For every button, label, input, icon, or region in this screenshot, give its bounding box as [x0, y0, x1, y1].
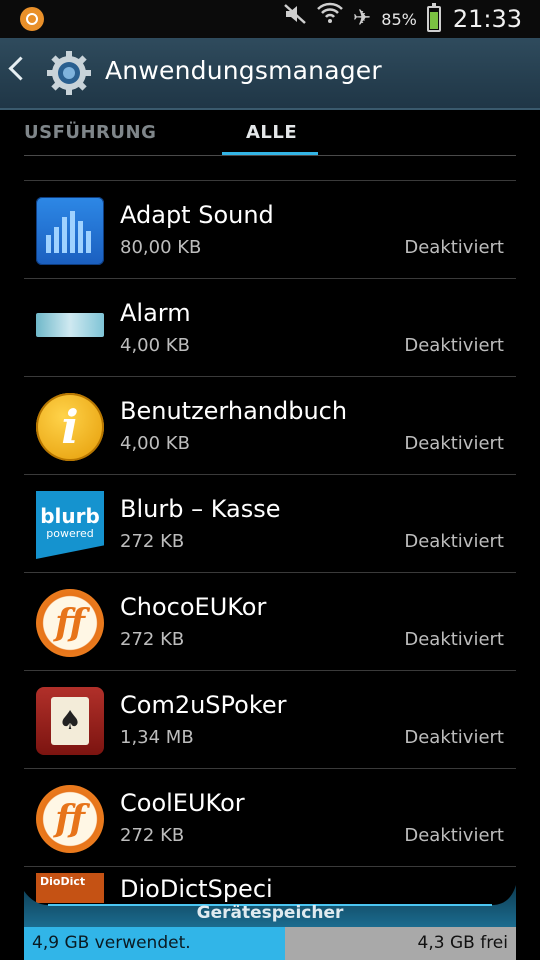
battery-percent: 85%	[381, 9, 417, 29]
action-bar: Anwendungsmanager	[0, 38, 540, 110]
status-icons: ✈ 85% 21:33	[283, 0, 522, 38]
mute-icon	[283, 0, 307, 38]
ff-logo-icon: ff	[36, 785, 104, 853]
wifi-icon	[316, 0, 343, 38]
app-status: Deaktiviert	[404, 629, 504, 650]
app-status: Deaktiviert	[404, 433, 504, 454]
status-bar: ✈ 85% 21:33	[0, 0, 540, 38]
ff-logo-icon: ff	[36, 589, 104, 657]
storage-panel: Gerätespeicher 4,9 GB verwendet. 4,3 GB …	[24, 885, 516, 960]
list-item[interactable]: ff CoolEUKor 272 KB Deaktiviert	[24, 768, 516, 866]
tab-divider	[24, 155, 516, 156]
storage-usage-bar: 4,9 GB verwendet. 4,3 GB frei	[24, 927, 516, 960]
list-item[interactable]: Adapt Sound 80,00 KB Deaktiviert	[24, 180, 516, 278]
battery-icon	[426, 3, 441, 32]
app-name: Benutzerhandbuch	[120, 397, 348, 425]
ff-icon-text: ff	[55, 602, 85, 644]
app-name: CoolEUKor	[120, 789, 245, 817]
list-item[interactable]: blurb powered Blurb – Kasse 272 KB Deakti…	[24, 474, 516, 572]
app-status: Deaktiviert	[404, 237, 504, 258]
clock: 21:33	[452, 5, 522, 33]
alarm-icon	[36, 313, 104, 337]
app-status: Deaktiviert	[404, 727, 504, 748]
equalizer-icon	[36, 197, 104, 265]
blurb-icon-subtext: powered	[46, 527, 94, 540]
app-list[interactable]: Adapt Sound 80,00 KB Deaktiviert Alarm 4…	[24, 180, 516, 907]
app-name: ChocoEUKor	[120, 593, 267, 621]
list-item[interactable]: ff ChocoEUKor 272 KB Deaktiviert	[24, 572, 516, 670]
app-status: Deaktiviert	[404, 531, 504, 552]
storage-used-text: 4,9 GB verwendet.	[32, 933, 191, 953]
app-size: 80,00 KB	[120, 237, 202, 258]
poker-card-icon: ♠	[36, 687, 104, 755]
list-item[interactable]: ♠ Com2uSPoker 1,34 MB Deaktiviert	[24, 670, 516, 768]
app-status: Deaktiviert	[404, 825, 504, 846]
app-size: 272 KB	[120, 629, 185, 650]
notification-app-icon	[20, 7, 44, 31]
tab-running[interactable]: USFÜHRUNG	[24, 122, 156, 143]
app-status: Deaktiviert	[404, 335, 504, 356]
list-item[interactable]: i Benutzerhandbuch 4,00 KB Deaktiviert	[24, 376, 516, 474]
app-size: 272 KB	[120, 531, 185, 552]
storage-title: Gerätespeicher	[196, 903, 344, 923]
app-size: 272 KB	[120, 825, 185, 846]
list-item[interactable]: Alarm 4,00 KB Deaktiviert	[24, 278, 516, 376]
storage-free-text: 4,3 GB frei	[417, 933, 508, 953]
app-size: 1,34 MB	[120, 727, 194, 748]
info-icon: i	[36, 393, 104, 461]
app-name: Adapt Sound	[120, 201, 274, 229]
page-title: Anwendungsmanager	[105, 56, 382, 85]
app-size: 4,00 KB	[120, 433, 190, 454]
chevron-left-icon[interactable]	[8, 56, 33, 81]
app-name: Blurb – Kasse	[120, 495, 281, 523]
airplane-mode-icon: ✈	[352, 6, 372, 31]
app-name: Alarm	[120, 299, 191, 327]
app-name: Com2uSPoker	[120, 691, 287, 719]
tab-bar: USFÜHRUNG ALLE	[24, 108, 516, 158]
gear-icon[interactable]	[46, 50, 92, 96]
ff-icon-text: ff	[55, 798, 85, 840]
blurb-icon: blurb powered	[36, 491, 104, 559]
tab-all[interactable]: ALLE	[246, 122, 297, 143]
app-size: 4,00 KB	[120, 335, 190, 356]
